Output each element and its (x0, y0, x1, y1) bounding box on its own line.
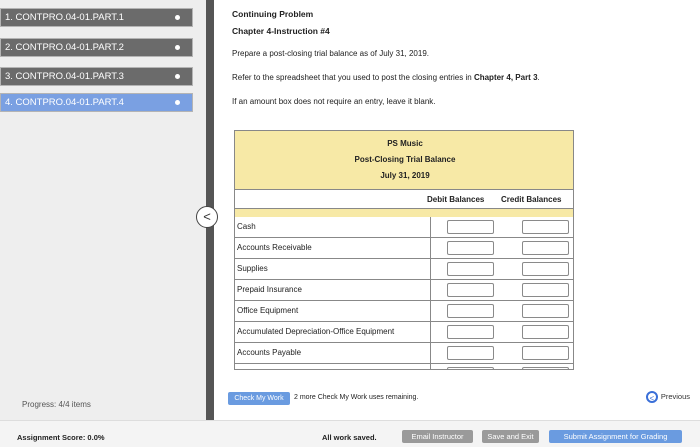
company-name: PS Music (387, 139, 423, 148)
statement-date: July 31, 2019 (380, 171, 430, 180)
account-row: Office Equipment (235, 301, 573, 322)
account-name: Accounts Receivable (235, 238, 431, 258)
email-instructor-button[interactable]: Email Instructor (402, 430, 473, 443)
account-name: Cash (235, 217, 431, 237)
debit-amount-input[interactable] (447, 325, 494, 339)
account-row: Prepaid Insurance (235, 280, 573, 301)
nav-item-label: 4. CONTPRO.04-01.PART.4 (5, 97, 124, 108)
credit-amount-input[interactable] (522, 325, 569, 339)
nav-item-part-2[interactable]: 2. CONTPRO.04-01.PART.2 (0, 38, 193, 57)
column-headers: Debit Balances Credit Balances (235, 189, 573, 209)
chevron-left-icon: < (203, 209, 211, 224)
account-name: Accounts Payable (235, 343, 431, 363)
nav-item-part-1[interactable]: 1. CONTPRO.04-01.PART.1 (0, 8, 193, 27)
nav-item-label: 2. CONTPRO.04-01.PART.2 (5, 42, 124, 53)
nav-item-label: 1. CONTPRO.04-01.PART.1 (5, 12, 124, 23)
credit-column-header: Credit Balances (501, 195, 562, 204)
debit-amount-input[interactable] (447, 262, 494, 276)
credit-amount-input[interactable] (522, 262, 569, 276)
credit-amount-input[interactable] (522, 220, 569, 234)
debit-amount-input[interactable] (447, 346, 494, 360)
credit-amount-input[interactable] (522, 304, 569, 318)
assignment-score: Assignment Score: 0.0% (17, 433, 105, 442)
debit-amount-input[interactable] (447, 304, 494, 318)
debit-amount-input[interactable] (447, 283, 494, 297)
instruction-1: Prepare a post-closing trial balance as … (232, 49, 430, 58)
status-dot-icon (175, 100, 180, 105)
account-name: Prepaid Insurance (235, 280, 431, 300)
status-dot-icon (175, 15, 180, 20)
account-name: Wages Payable (235, 364, 431, 369)
main-content: Continuing Problem Chapter 4-Instruction… (214, 0, 700, 420)
account-row: Accumulated Depreciation-Office Equipmen… (235, 322, 573, 343)
footer-bar: Assignment Score: 0.0% All work saved. E… (0, 420, 700, 447)
check-my-work-button[interactable]: Check My Work (228, 392, 290, 405)
account-name: Office Equipment (235, 301, 431, 321)
instruction-3: If an amount box does not require an ent… (232, 97, 436, 106)
trial-balance-worksheet: PS Music Post-Closing Trial Balance July… (234, 130, 574, 370)
debit-column-header: Debit Balances (427, 195, 485, 204)
worksheet-header: PS Music Post-Closing Trial Balance July… (235, 131, 573, 189)
account-row: Wages Payable (235, 364, 573, 369)
nav-item-part-4[interactable]: 4. CONTPRO.04-01.PART.4 (0, 93, 193, 112)
problem-subtitle: Chapter 4-Instruction #4 (232, 26, 330, 36)
account-name: Supplies (235, 259, 431, 279)
status-dot-icon (175, 45, 180, 50)
chevron-left-icon: < (645, 391, 658, 403)
status-dot-icon (175, 74, 180, 79)
credit-amount-input[interactable] (522, 283, 569, 297)
debit-amount-input[interactable] (447, 220, 494, 234)
problem-title: Continuing Problem (232, 9, 314, 19)
header-stripe (235, 209, 573, 217)
check-remaining-text: 2 more Check My Work uses remaining. (294, 394, 419, 401)
debit-amount-input[interactable] (447, 241, 494, 255)
submit-assignment-button[interactable]: Submit Assignment for Grading (549, 430, 682, 443)
nav-item-part-3[interactable]: 3. CONTPRO.04-01.PART.3 (0, 67, 193, 86)
account-row: Accounts Receivable (235, 238, 573, 259)
account-row: Supplies (235, 259, 573, 280)
assignment-sidebar: 1. CONTPRO.04-01.PART.1 2. CONTPRO.04-01… (0, 0, 206, 420)
progress-text: Progress: 4/4 items (22, 400, 91, 409)
debit-amount-input[interactable] (447, 367, 494, 369)
credit-amount-input[interactable] (522, 241, 569, 255)
statement-title: Post-Closing Trial Balance (354, 155, 456, 164)
nav-item-label: 3. CONTPRO.04-01.PART.3 (5, 71, 124, 82)
save-and-exit-button[interactable]: Save and Exit (482, 430, 539, 443)
account-row: Accounts Payable (235, 343, 573, 364)
previous-label: Previous (660, 391, 690, 401)
instruction-2: Refer to the spreadsheet that you used t… (232, 73, 540, 82)
previous-button[interactable]: < Previous (645, 391, 690, 403)
credit-amount-input[interactable] (522, 346, 569, 360)
save-status: All work saved. (322, 433, 377, 442)
account-name: Accumulated Depreciation-Office Equipmen… (235, 322, 431, 342)
credit-amount-input[interactable] (522, 367, 569, 369)
account-row: Cash (235, 217, 573, 238)
